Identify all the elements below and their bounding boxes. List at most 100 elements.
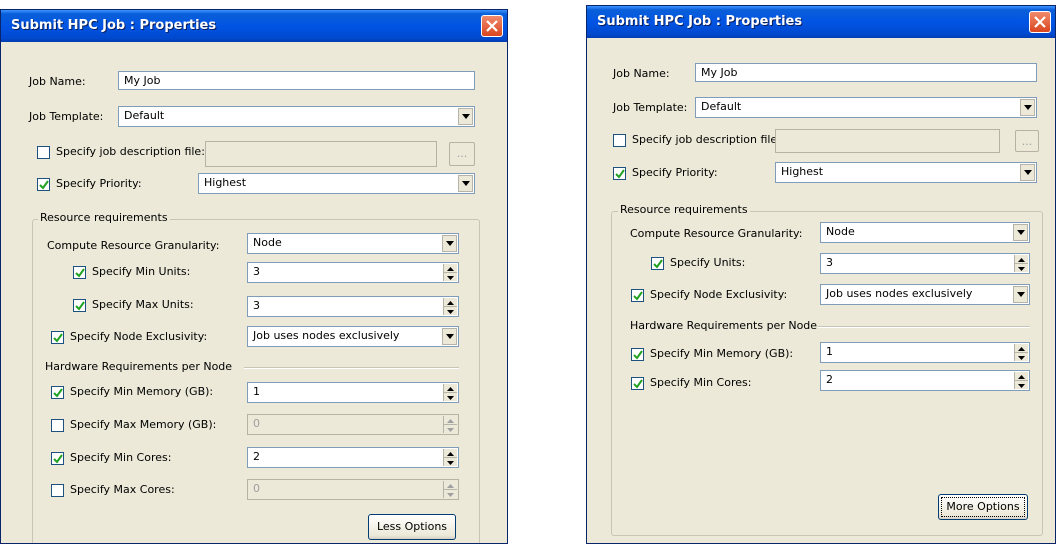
hardware-separator — [244, 367, 459, 369]
more-options-button[interactable]: More Options — [938, 494, 1028, 520]
checkmark-icon — [633, 350, 643, 360]
chevron-down-icon — [1017, 292, 1025, 297]
granularity-select[interactable]: Node — [247, 233, 459, 254]
job-template-value: Default — [701, 100, 742, 113]
granularity-value: Node — [253, 236, 282, 249]
checkmark-icon — [653, 259, 663, 269]
title-bar[interactable]: Submit HPC Job : Properties — [1, 10, 507, 42]
less-options-button[interactable]: Less Options — [368, 514, 456, 540]
dropdown-button[interactable] — [458, 108, 473, 125]
desc-file-input[interactable] — [775, 129, 1000, 153]
chevron-down-icon — [1024, 105, 1032, 110]
node-exclusivity-checkbox[interactable] — [631, 289, 644, 302]
job-template-select[interactable]: Default — [118, 106, 475, 127]
min-units-spinner[interactable]: 3 — [247, 262, 459, 283]
max-units-spinner[interactable]: 3 — [247, 296, 459, 317]
min-memory-checkbox[interactable] — [631, 348, 644, 361]
job-template-label: Job Template: — [29, 110, 104, 123]
granularity-select[interactable]: Node — [820, 222, 1030, 243]
title-bar[interactable]: Submit HPC Job : Properties — [587, 6, 1055, 38]
min-memory-checkbox[interactable] — [51, 386, 64, 399]
dropdown-button[interactable] — [1020, 99, 1035, 116]
priority-label: Specify Priority: — [632, 166, 718, 179]
min-units-label: Specify Min Units: — [92, 265, 191, 278]
max-units-checkbox[interactable] — [73, 299, 86, 312]
units-spinner[interactable]: 3 — [820, 253, 1030, 274]
min-cores-value: 2 — [253, 450, 260, 463]
min-memory-spinner[interactable]: 1 — [247, 382, 459, 403]
hardware-requirements-label: Hardware Requirements per Node — [630, 319, 818, 332]
dropdown-button[interactable] — [442, 328, 457, 345]
desc-file-input[interactable] — [205, 141, 437, 167]
node-exclusivity-label: Specify Node Exclusivity: — [70, 330, 208, 343]
max-memory-checkbox[interactable] — [51, 419, 64, 432]
priority-checkbox[interactable] — [613, 167, 626, 180]
spinner-arrows-icon[interactable] — [443, 264, 457, 281]
chevron-down-icon — [446, 241, 454, 246]
desc-file-checkbox[interactable] — [37, 146, 50, 159]
min-cores-checkbox[interactable] — [631, 377, 644, 390]
spinner-arrows-icon[interactable] — [1014, 344, 1028, 361]
max-cores-label: Specify Max Cores: — [70, 483, 175, 496]
checkmark-icon — [615, 169, 625, 179]
min-memory-label: Specify Min Memory (GB): — [70, 385, 214, 398]
spinner-arrows-icon[interactable] — [443, 416, 457, 433]
max-memory-spinner[interactable]: 0 — [247, 414, 459, 435]
min-cores-spinner[interactable]: 2 — [820, 370, 1030, 391]
max-cores-spinner[interactable]: 0 — [247, 479, 459, 500]
checkmark-icon — [39, 180, 49, 190]
max-units-value: 3 — [253, 299, 260, 312]
resource-requirements-label: Resource requirements — [618, 203, 750, 217]
dropdown-button[interactable] — [458, 175, 473, 192]
min-cores-spinner[interactable]: 2 — [247, 447, 459, 468]
node-exclusivity-checkbox[interactable] — [51, 331, 64, 344]
spinner-arrows-icon[interactable] — [443, 449, 457, 466]
close-button[interactable] — [481, 15, 503, 37]
min-units-checkbox[interactable] — [73, 266, 86, 279]
job-template-select[interactable]: Default — [695, 97, 1037, 118]
min-memory-label: Specify Min Memory (GB): — [650, 347, 794, 360]
checkmark-icon — [75, 268, 85, 278]
close-button[interactable] — [1029, 11, 1051, 33]
dropdown-button[interactable] — [1013, 286, 1028, 303]
spinner-arrows-icon[interactable] — [1014, 372, 1028, 389]
spinner-arrows-icon[interactable] — [1014, 255, 1028, 272]
units-checkbox[interactable] — [651, 257, 664, 270]
granularity-label: Compute Resource Granularity: — [47, 239, 220, 252]
priority-checkbox[interactable] — [37, 178, 50, 191]
dropdown-button[interactable] — [1013, 224, 1028, 241]
desc-file-label: Specify job description file: — [632, 133, 781, 146]
checkmark-icon — [633, 379, 643, 389]
priority-select[interactable]: Highest — [198, 173, 475, 194]
max-cores-checkbox[interactable] — [51, 484, 64, 497]
priority-select[interactable]: Highest — [775, 162, 1037, 183]
checkmark-icon — [53, 454, 63, 464]
job-properties-dialog-expanded: Submit HPC Job : Properties Job Name: My… — [0, 9, 508, 544]
resource-requirements-label: Resource requirements — [38, 211, 170, 225]
spinner-arrows-icon[interactable] — [443, 481, 457, 498]
job-name-input[interactable]: My Job — [695, 63, 1037, 82]
node-exclusivity-value: Job uses nodes exclusively — [253, 329, 400, 342]
granularity-value: Node — [826, 225, 855, 238]
checkmark-icon — [633, 291, 643, 301]
node-exclusivity-select[interactable]: Job uses nodes exclusively — [820, 284, 1030, 305]
browse-button[interactable]: ... — [449, 142, 475, 166]
dropdown-button[interactable] — [1020, 164, 1035, 181]
min-cores-checkbox[interactable] — [51, 452, 64, 465]
spinner-arrows-icon[interactable] — [443, 298, 457, 315]
dialog-title: Submit HPC Job : Properties — [11, 18, 217, 33]
max-units-label: Specify Max Units: — [92, 298, 194, 311]
checkmark-icon — [53, 388, 63, 398]
granularity-label: Compute Resource Granularity: — [630, 227, 803, 240]
chevron-down-icon — [462, 181, 470, 186]
dropdown-button[interactable] — [442, 235, 457, 252]
min-units-value: 3 — [253, 265, 260, 278]
node-exclusivity-select[interactable]: Job uses nodes exclusively — [247, 326, 459, 347]
node-exclusivity-label: Specify Node Exclusivity: — [650, 288, 788, 301]
browse-button[interactable]: ... — [1015, 130, 1039, 152]
min-memory-spinner[interactable]: 1 — [820, 342, 1030, 363]
spinner-arrows-icon[interactable] — [443, 384, 457, 401]
max-cores-value: 0 — [253, 482, 260, 495]
job-name-input[interactable]: My Job — [118, 71, 475, 90]
desc-file-checkbox[interactable] — [613, 134, 626, 147]
